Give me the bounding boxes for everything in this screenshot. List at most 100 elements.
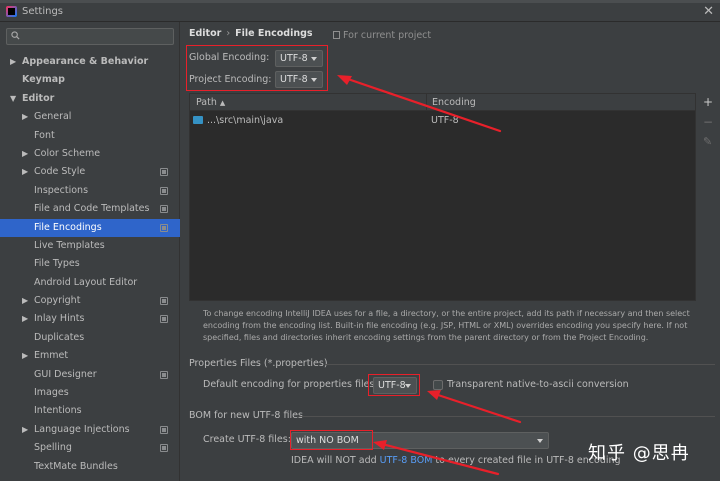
scope-note-text: For current project xyxy=(343,30,432,41)
sidebar-item[interactable]: Live Templates xyxy=(0,237,180,255)
project-scope-icon xyxy=(160,223,168,232)
chevron-right-icon[interactable]: ▶ xyxy=(22,347,28,365)
sidebar-item[interactable]: Images xyxy=(0,384,180,402)
sidebar-item[interactable]: ▶ Inlay Hints xyxy=(0,310,180,328)
project-scope-icon xyxy=(160,315,168,324)
sidebar-item[interactable]: GUI Designer xyxy=(0,366,180,384)
sidebar-item[interactable]: Intentions xyxy=(0,402,180,420)
breadcrumb-parent[interactable]: Editor xyxy=(189,28,221,39)
breadcrumb-separator: › xyxy=(226,28,231,39)
table-row[interactable]: ...\src\main\java UTF-8 xyxy=(190,114,695,128)
sidebar-item-label: Spelling xyxy=(34,442,72,454)
sidebar-item[interactable]: File and Code Templates xyxy=(0,200,180,218)
settings-search-input[interactable] xyxy=(6,28,174,45)
bom-note-prefix: IDEA will NOT add xyxy=(291,455,380,466)
sidebar-item-label: Live Templates xyxy=(34,239,105,251)
sidebar-item-label: Inspections xyxy=(34,184,89,196)
chevron-right-icon[interactable]: ▶ xyxy=(22,310,28,328)
sidebar-item-label: TextMate Bundles xyxy=(34,460,118,472)
sidebar-item-label: Appearance & Behavior xyxy=(22,56,149,67)
column-divider[interactable] xyxy=(426,94,427,111)
project-scope-icon xyxy=(160,186,168,195)
app-logo-icon xyxy=(6,6,17,17)
table-header: Path ▲ Encoding xyxy=(190,94,695,111)
sidebar-item[interactable]: ▼ Editor xyxy=(0,90,180,108)
scope-note: For current project xyxy=(333,30,431,41)
folder-icon xyxy=(193,116,203,124)
sidebar-item-label: Images xyxy=(34,387,69,399)
chevron-down-icon xyxy=(537,439,543,443)
project-scope-icon xyxy=(160,297,168,306)
sidebar-item[interactable]: ▶ Emmet xyxy=(0,347,180,365)
path-encoding-table[interactable]: Path ▲ Encoding ...\src\main\java UTF-8 xyxy=(189,93,696,301)
sidebar-item-label: Intentions xyxy=(34,405,82,417)
sidebar-item-label: Inlay Hints xyxy=(34,313,85,325)
row-path: ...\src\main\java xyxy=(207,115,284,126)
sidebar-item[interactable]: TextMate Bundles xyxy=(0,458,180,476)
chevron-down-icon[interactable]: ▼ xyxy=(10,90,16,108)
edit-path-icon[interactable]: ✎ xyxy=(703,135,712,148)
column-header-encoding[interactable]: Encoding xyxy=(432,97,476,108)
sidebar-item[interactable]: ▶ Language Injections xyxy=(0,421,180,439)
bom-divider xyxy=(299,416,715,417)
create-utf8-label: Create UTF-8 files: xyxy=(203,434,291,445)
sidebar-item-label: Copyright xyxy=(34,295,81,307)
sidebar-item[interactable]: ▶ Code Style xyxy=(0,163,180,181)
breadcrumb: Editor › File Encodings xyxy=(189,28,313,39)
sidebar-item[interactable]: Font xyxy=(0,127,180,145)
sidebar-item-label: General xyxy=(34,111,72,123)
table-toolbar: + − ✎ xyxy=(698,93,718,173)
breadcrumb-current: File Encodings xyxy=(235,28,313,39)
sidebar-item-label: Editor xyxy=(22,92,55,104)
transparent-conversion-label[interactable]: Transparent native-to-ascii conversion xyxy=(447,379,629,390)
chevron-right-icon[interactable]: ▶ xyxy=(10,53,16,71)
project-scope-icon xyxy=(160,370,168,379)
bom-section-title: BOM for new UTF-8 files xyxy=(189,410,303,421)
chevron-right-icon[interactable]: ▶ xyxy=(22,292,28,310)
sidebar-item-label: Font xyxy=(34,129,55,141)
sidebar-item[interactable]: File Types xyxy=(0,255,180,273)
chevron-right-icon[interactable]: ▶ xyxy=(22,421,28,439)
sidebar-item-label: Duplicates xyxy=(34,331,85,343)
sidebar-item[interactable]: ▶ Appearance & Behavior xyxy=(0,53,180,71)
chevron-right-icon[interactable]: ▶ xyxy=(22,108,28,126)
sidebar-item[interactable]: Android Layout Editor xyxy=(0,274,180,292)
sidebar-item-label: Language Injections xyxy=(34,423,130,435)
sidebar-item[interactable]: Inspections xyxy=(0,182,180,200)
sidebar-item[interactable]: ▶ General xyxy=(0,108,180,126)
settings-tree: ▶ Appearance & Behavior Keymap ▼ Editor ▶ Gene… xyxy=(0,53,180,476)
sidebar-item[interactable]: Keymap xyxy=(0,71,180,89)
properties-default-label: Default encoding for properties files: xyxy=(203,379,378,390)
sidebar-item-label: File Types xyxy=(34,258,80,270)
properties-section-title: Properties Files (*.properties) xyxy=(189,358,328,369)
sidebar-item[interactable]: Spelling xyxy=(0,439,180,457)
project-scope-icon xyxy=(160,168,168,177)
sidebar-item[interactable]: Duplicates xyxy=(0,329,180,347)
utf8-bom-link[interactable]: UTF-8 BOM xyxy=(380,455,433,466)
title-bar: Settings ✕ xyxy=(0,0,720,22)
remove-path-icon[interactable]: − xyxy=(703,115,713,129)
sidebar-item[interactable]: ▶ Color Scheme xyxy=(0,145,180,163)
column-header-path[interactable]: Path ▲ xyxy=(196,97,225,108)
settings-sidebar: ▶ Appearance & Behavior Keymap ▼ Editor ▶ Gene… xyxy=(0,22,180,481)
sidebar-item[interactable]: File Encodings xyxy=(0,218,180,237)
highlight-bom-box xyxy=(290,430,373,450)
project-scope-icon xyxy=(160,425,168,434)
close-icon[interactable]: ✕ xyxy=(703,4,714,19)
sidebar-item-label: GUI Designer xyxy=(34,368,97,380)
properties-divider xyxy=(325,364,715,365)
chevron-right-icon[interactable]: ▶ xyxy=(22,163,28,181)
project-scope-icon xyxy=(333,31,340,39)
project-scope-icon xyxy=(160,444,168,453)
file-encodings-panel: Editor › File Encodings For current projec… xyxy=(181,22,720,481)
sidebar-item-label: Emmet xyxy=(34,350,69,362)
sidebar-item[interactable]: ▶ Copyright xyxy=(0,292,180,310)
chevron-right-icon[interactable]: ▶ xyxy=(22,145,28,163)
sort-ascending-icon: ▲ xyxy=(219,99,226,107)
transparent-conversion-checkbox[interactable] xyxy=(433,380,443,390)
sidebar-item-label: Keymap xyxy=(22,74,65,86)
sidebar-item-label: Android Layout Editor xyxy=(34,276,138,288)
add-path-icon[interactable]: + xyxy=(703,95,713,109)
row-encoding[interactable]: UTF-8 xyxy=(431,115,459,126)
search-icon xyxy=(11,31,20,40)
